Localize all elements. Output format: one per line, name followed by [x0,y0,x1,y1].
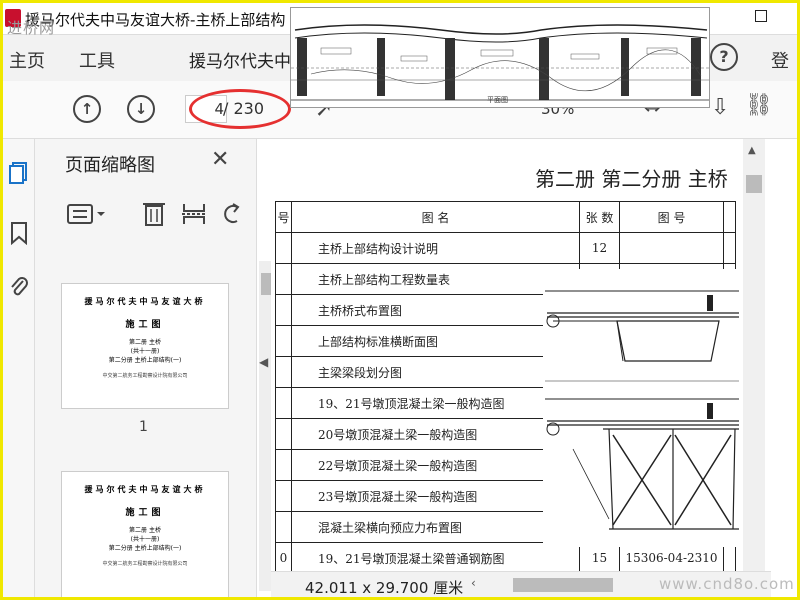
row-name: 23号墩顶混凝土梁一般构造图 [291,480,580,512]
row-num [275,511,292,543]
extract-pages-icon[interactable] [181,201,207,227]
watermark-bottom-right: www.cnd8o.com [659,575,795,593]
drawing-overlay-top: 平面图 [290,7,710,108]
window-title: 援马尔代夫中马友谊大桥-主桥上部结构 [25,11,286,29]
collapse-panel-icon[interactable]: ◀ [259,355,268,369]
thumb-volume: 第二册 主桥 (共十一册) 第二分册 主桥上部结构(一) [108,527,182,552]
row-num: 0 [275,542,292,571]
scroll-left-icon[interactable]: ‹ [471,576,476,590]
page-thumbnail-1[interactable]: 援马尔代夫中马友谊大桥 施工图 第二册 主桥 (共十一册) 第二分册 主桥上部结构(… [61,283,229,409]
left-nav-column [3,139,35,597]
next-page-icon[interactable]: ↓ [127,95,155,123]
row-num [275,480,292,512]
scrollbar-thumb[interactable] [746,175,762,193]
drawing-label: 平面图 [487,96,508,104]
header-num: 号 [275,201,292,233]
row-name: 22号墩顶混凝土梁一般构造图 [291,449,580,481]
thumbnail-panel: 页面缩略图 ✕ 援马尔代夫中马友谊大桥 施工图 第二册 主桥 (共十一册) 第二分册… [35,139,277,597]
row-num [275,232,292,264]
thumb-company: 中交第二航务工程勘察设计院有限公司 [102,373,188,379]
thumb-title: 援马尔代夫中马友谊大桥 [84,485,206,494]
share-icon[interactable]: ⇩ [711,95,729,120]
row-name: 主桥上部结构工程数量表 [291,263,580,295]
row-num [275,294,292,326]
row-name: 混凝土梁横向预应力布置图 [291,511,580,543]
drawing-overlay-right [543,269,741,547]
scroll-up-icon[interactable]: ▲ [748,145,756,156]
row-num [275,263,292,295]
page-thumbnails-icon[interactable] [9,161,29,185]
thumb-subtitle: 施工图 [125,508,165,518]
thumb-company: 中交第二航务工程勘察设计院有限公司 [102,561,188,567]
attachment-icon[interactable] [9,275,29,299]
header-count: 张 数 [579,201,620,233]
row-name: 20号墩顶混凝土梁一般构造图 [291,418,580,450]
document-scrollbar[interactable]: ▲ [743,139,765,571]
row-name: 主桥桥式布置图 [291,294,580,326]
row-num [275,356,292,388]
bridge-elevation-drawing [291,8,709,107]
table-header-row: 号 图 名 张 数 图 号 [275,201,736,233]
row-count: 12 [579,232,620,264]
document-view: 第二册 第二分册 主桥 号 图 名 张 数 图 号 主桥上部结构设计说明 12 主桥… [271,139,741,571]
thumb-page-number: 1 [139,419,148,435]
maximize-button[interactable] [755,10,767,22]
row-name: 19、21号墩顶混凝土梁普通钢筋图 [291,542,580,571]
annotation-circle [189,89,291,129]
options-menu-icon[interactable] [67,203,107,225]
panel-title: 页面缩略图 [65,155,155,176]
table-row: 主桥上部结构设计说明 12 [275,232,736,264]
header-extra [723,201,736,233]
row-name: 上部结构标准横断面图 [291,325,580,357]
trash-icon[interactable] [141,199,167,227]
row-code [619,232,724,264]
row-name: 19、21号墩顶混凝土梁一般构造图 [291,387,580,419]
row-name: 主桥上部结构设计说明 [291,232,580,264]
login-link[interactable]: 登 [771,47,789,73]
thumb-volume: 第二册 主桥 (共十一册) 第二分册 主桥上部结构(一) [108,339,182,364]
row-num [275,418,292,450]
document-heading: 第二册 第二分册 主桥 [535,167,728,191]
cross-section-drawing [543,269,741,547]
thumbnail-tools [63,199,243,229]
app-window: 援马尔代夫中马友谊大桥-主桥上部结构 进桥网 主页 工具 援马尔代夫中马 ? 登… [0,0,800,600]
thumb-subtitle: 施工图 [125,320,165,330]
row-num [275,325,292,357]
thumb-title: 援马尔代夫中马友谊大桥 [84,297,206,306]
rotate-icon[interactable] [219,201,243,227]
menu-tools[interactable]: 工具 [79,47,115,73]
close-icon[interactable]: ✕ [211,147,229,172]
row-name: 主梁梁段划分图 [291,356,580,388]
page-dimensions: 42.011 x 29.700 厘米 [305,579,464,597]
prev-page-icon[interactable]: ↑ [73,95,101,123]
header-code: 图 号 [619,201,724,233]
row-num [275,449,292,481]
scrollbar-thumb[interactable] [513,578,613,592]
row-extra [723,232,736,264]
row-num [275,387,292,419]
bookmark-icon[interactable] [9,221,29,245]
menu-home[interactable]: 主页 [9,47,45,73]
help-icon[interactable]: ? [710,43,738,71]
header-name: 图 名 [291,201,580,233]
link-icon[interactable]: ⛓ [745,93,773,118]
page-thumbnail-2[interactable]: 援马尔代夫中马友谊大桥 施工图 第二册 主桥 (共十一册) 第二分册 主桥上部结构(… [61,471,229,597]
